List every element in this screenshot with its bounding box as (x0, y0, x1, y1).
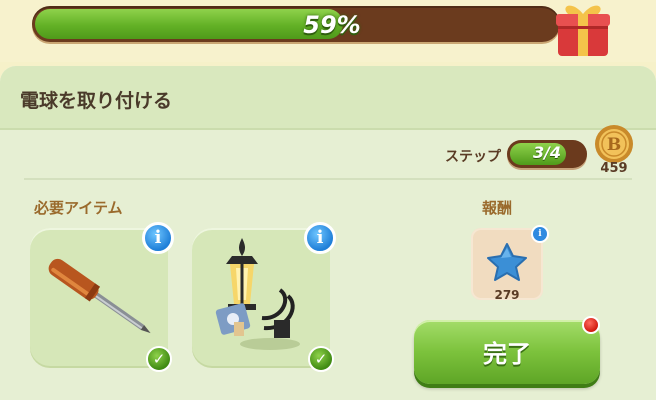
complete-button-label: 完了 (483, 340, 531, 368)
svg-text:B: B (607, 135, 621, 155)
steps-progress: 3/4 (507, 140, 587, 168)
task-panel: 電球を取り付ける ステップ 3/4 B 459 必要アイテム 報酬 i ✓ i … (0, 66, 656, 400)
coin-count: 459 (600, 161, 628, 176)
reward-count: 279 (494, 288, 520, 302)
coin-b-icon: B (595, 125, 633, 163)
reward-label: 報酬 (482, 199, 513, 217)
divider (24, 178, 632, 180)
steps-count: 3/4 (532, 143, 562, 162)
required-item-screwdriver[interactable]: i ✓ (30, 222, 174, 372)
required-items-label: 必要アイテム (34, 199, 123, 217)
info-button[interactable]: i (304, 222, 336, 254)
panel-header: 電球を取り付ける (0, 66, 656, 130)
gift-icon[interactable] (552, 0, 614, 56)
info-button[interactable]: i (142, 222, 174, 254)
required-item-lantern[interactable]: i ✓ (192, 222, 336, 372)
steps-label: ステップ (445, 149, 501, 165)
check-icon: ✓ (308, 346, 334, 372)
reward-info-button[interactable]: i (531, 225, 549, 243)
top-progress-area: 59% (0, 0, 656, 62)
check-icon: ✓ (146, 346, 172, 372)
progress-bar: 59% (32, 6, 560, 42)
task-title: 電球を取り付ける (20, 90, 173, 112)
progress-percent: 59% (303, 11, 361, 39)
complete-button[interactable]: 完了 (414, 320, 600, 384)
notification-dot (582, 316, 600, 334)
